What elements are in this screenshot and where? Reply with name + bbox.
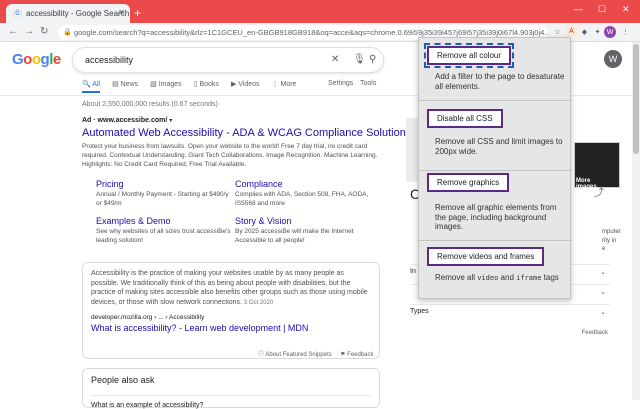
snippet-feedback-link[interactable]: Feedback [347,352,373,358]
tab-all[interactable]: 🔍 All [82,80,101,93]
lock-icon: 🔒 [63,29,72,36]
sitelink-pricing[interactable]: Pricing Annual / Monthly Payment - Start… [96,179,236,208]
remove-colour-button[interactable]: Remove all colour [423,43,515,68]
search-icon[interactable]: ⚲ [369,48,376,72]
snippet-text: Accessibility is the practice of making … [91,270,368,306]
close-window-icon[interactable]: ✕ [622,4,630,15]
snippet-source[interactable]: developer.mozilla.org › ... › Accessibil… [91,314,371,321]
back-icon[interactable]: ← [8,26,18,37]
snippet-link[interactable]: What is accessibility? - Learn web devel… [91,323,371,333]
reload-icon[interactable]: ↻ [40,26,48,37]
puzzle-icon[interactable]: ✦ [592,26,603,37]
chevron-down-icon: ⌄ [600,289,606,296]
maximize-icon[interactable]: ☐ [598,4,606,15]
google-logo[interactable]: Google [12,51,61,68]
snippet-date: 3 Oct 2020 [243,299,274,306]
tab-bar: G accessibility - Google Search ✕ + — ☐ … [0,0,640,23]
search-input[interactable]: accessibility ✕ 🎙 ⚲ [72,47,384,73]
ad-label: Ad · www.accessibe.com/ ▾ [82,117,173,124]
disable-css-button[interactable]: Disable all CSS [427,109,503,128]
disable-css-section: Disable all CSS Remove all CSS and limit… [419,101,572,171]
paa-question[interactable]: What is an example of accessibility? [91,395,371,409]
paa-title: People also ask [91,375,155,385]
tab-videos[interactable]: ▶ Videos [231,80,260,93]
remove-videos-section: Remove videos and frames Remove all vide… [419,241,572,299]
search-tabs: 🔍 All ▤ News ▧ Images ▯ Books ▶ Videos ⋮… [82,80,296,93]
result-stats: About 2,550,000,000 results (0.67 second… [82,101,218,108]
remove-videos-desc: Remove all video and iframe tags [435,273,559,282]
ad-description: Protect your business from lawsuits. Ope… [82,143,378,168]
remove-graphics-button[interactable]: Remove graphics [427,173,510,192]
sitelink-examples[interactable]: Examples & Demo See why websites of all … [96,216,236,245]
share-icon[interactable]: ⤴ [594,184,604,199]
browser-profile-avatar[interactable]: W [604,26,616,38]
chevron-down-icon: ⌄ [600,269,606,276]
chevron-down-icon: ⌄ [600,309,606,316]
feedback-icon: ⚑ [340,352,346,358]
tab-books[interactable]: ▯ Books [194,80,219,93]
ad-title-link[interactable]: Automated Web Accessibility - ADA & WCAG… [82,127,406,139]
snippet-footer: ⓘ About Featured Snippets ⚑ Feedback [258,349,374,358]
microphone-icon[interactable]: 🎙 [353,48,366,72]
remove-colour-section: Remove all colour Add a filter to the pa… [419,38,572,101]
google-account-avatar[interactable]: W [604,50,622,68]
tab-images[interactable]: ▧ Images [150,80,182,93]
minimize-icon[interactable]: — [574,4,583,14]
url-text: google.com/search?q=accessibility&rlz=1C… [74,28,548,37]
about-snippets-link[interactable]: About Featured Snippets [265,352,331,358]
extension-icon[interactable]: ◆ [579,26,590,37]
remove-graphics-desc: Remove all graphic elements from the pag… [435,203,557,231]
scrollbar-thumb[interactable] [633,44,639,154]
clear-icon[interactable]: ✕ [331,48,339,72]
remove-colour-desc: Add a filter to the page to desaturate a… [435,72,565,91]
tab-title: accessibility - Google Search [26,9,130,18]
help-icon: ⓘ [258,352,265,358]
google-favicon-icon: G [13,9,22,18]
sitelink-compliance[interactable]: Compliance Complies with ADA, Section 50… [235,179,375,208]
accessibility-extension-icon[interactable]: A [566,26,577,37]
people-also-ask: People also ask What is an example of ac… [82,368,380,409]
sitelink-story[interactable]: Story & Vision By 2025 accessiBe will ma… [235,216,375,245]
search-query: accessibility [85,55,134,65]
kp-text: mputer rity in e [602,229,621,252]
settings-link[interactable]: Settings [328,80,353,87]
tab-news[interactable]: ▤ News [112,80,138,93]
close-tab-icon[interactable]: ✕ [118,8,125,17]
remove-graphics-section: Remove graphics Remove all graphic eleme… [419,171,572,241]
kp-row-types[interactable]: Types ⌄ [410,304,610,316]
menu-dots-icon[interactable]: ⋮ [620,26,631,37]
bookmark-star-icon[interactable]: ☆ [552,26,563,37]
browser-tab[interactable]: G accessibility - Google Search ✕ [6,4,130,23]
new-tab-button[interactable]: + [134,6,141,20]
featured-snippet: Accessibility is the practice of making … [82,262,380,359]
forward-icon[interactable]: → [24,26,34,37]
kp-feedback-link[interactable]: Feedback [582,330,608,336]
extension-popup: Remove all colour Add a filter to the pa… [418,37,572,299]
tools-link[interactable]: Tools [360,80,376,87]
page-scrollbar[interactable] [632,42,640,400]
disable-css-desc: Remove all CSS and limit images to 200px… [435,137,563,156]
remove-videos-button[interactable]: Remove videos and frames [427,247,545,266]
tab-more[interactable]: ⋮ More [272,80,297,93]
